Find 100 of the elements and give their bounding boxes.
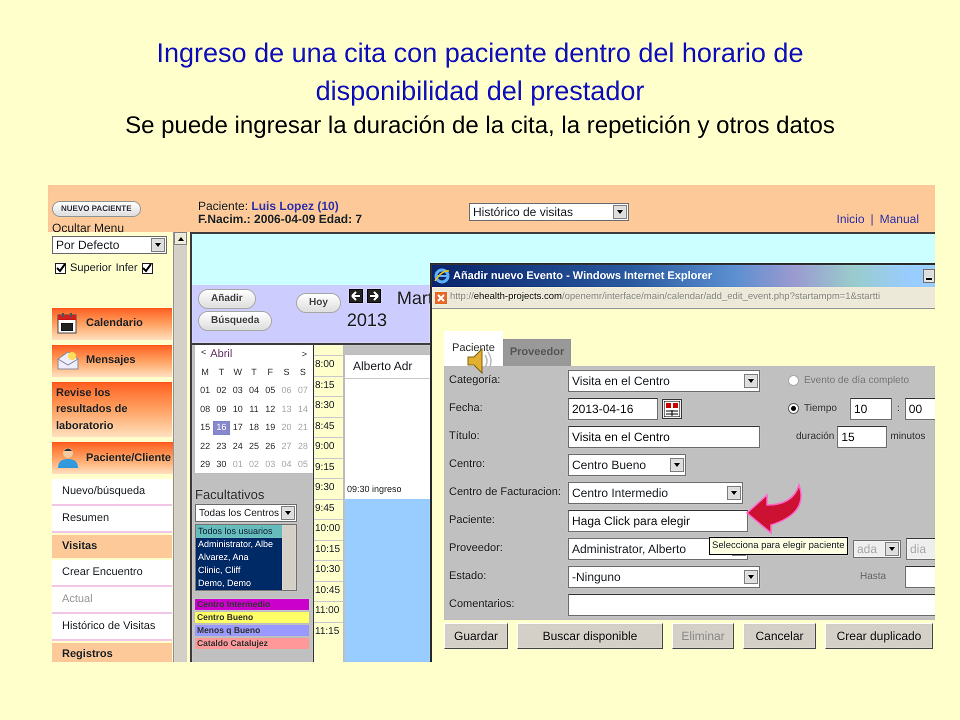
calendar-day[interactable]: 30 bbox=[213, 458, 230, 472]
calendar-day[interactable]: 04 bbox=[246, 384, 262, 398]
select-field[interactable]: Centro Bueno bbox=[568, 454, 686, 476]
address-bar[interactable]: http://ehealth-projects.com/openemr/interface/main/calendar/add_edit_event.php?startampm=1&startti bbox=[432, 287, 935, 309]
window-title: Añadir nuevo Evento - Windows Internet Explorer bbox=[453, 268, 712, 284]
calendar-day[interactable]: 25 bbox=[246, 440, 262, 453]
select-field[interactable]: Centro Intermedio bbox=[568, 482, 743, 504]
time-slot[interactable]: 9:45 bbox=[314, 498, 343, 519]
scrollbar[interactable] bbox=[282, 525, 296, 590]
list-option[interactable]: Alvarez, Ana bbox=[196, 551, 282, 564]
weekday-label: T bbox=[250, 366, 258, 378]
calendar-day[interactable]: 11 bbox=[246, 402, 262, 416]
time-slot[interactable]: 10:45 bbox=[314, 580, 343, 601]
weekday-label: T bbox=[218, 366, 226, 378]
day-column[interactable]: 09:30 ingreso bbox=[345, 379, 431, 499]
header-link[interactable]: Inicio bbox=[836, 210, 865, 228]
calendar-day[interactable]: 29 bbox=[197, 458, 214, 472]
menu-item[interactable]: Resumen bbox=[52, 506, 172, 533]
provider-list[interactable]: Todos los usuarios Administrator, Albe Alvarez, Ana Clinic, Cliff Demo, Demo bbox=[195, 524, 297, 591]
next-button[interactable] bbox=[366, 289, 381, 303]
calendar-day[interactable]: 23 bbox=[213, 440, 230, 453]
calendar-day[interactable]: 17 bbox=[230, 421, 246, 434]
list-option[interactable]: Administrator, Albe bbox=[196, 538, 282, 551]
input-field[interactable]: Visita en el Centro bbox=[568, 426, 760, 448]
radio-button[interactable] bbox=[788, 403, 799, 414]
form-button[interactable]: Buscar disponible bbox=[517, 622, 663, 648]
hide-menu-link[interactable]: Ocultar Menu bbox=[52, 222, 198, 234]
scroll-up-icon bbox=[176, 234, 184, 242]
menu-header[interactable]: Mensajes bbox=[52, 344, 172, 376]
time-slot[interactable]: 8:30 bbox=[314, 396, 343, 416]
next-month-link[interactable]: > bbox=[302, 348, 307, 361]
header-link[interactable]: Manual bbox=[880, 210, 919, 228]
calendar-day[interactable]: 15 bbox=[197, 421, 214, 434]
hour-field[interactable]: 10 bbox=[850, 398, 892, 420]
checkbox[interactable] bbox=[142, 262, 153, 274]
person-icon bbox=[56, 446, 80, 470]
scrollbar[interactable] bbox=[173, 232, 187, 662]
calendar-day[interactable]: 18 bbox=[246, 421, 262, 434]
time-slot[interactable]: 9:30 bbox=[314, 478, 343, 498]
calendar-day[interactable]: 24 bbox=[230, 440, 246, 453]
time-slot[interactable]: 11:15 bbox=[314, 622, 343, 642]
time-slot[interactable]: 8:00 bbox=[314, 355, 343, 376]
calendar-day[interactable]: 10 bbox=[230, 402, 246, 416]
calendar-day[interactable]: 02 bbox=[213, 384, 230, 398]
calendar-day[interactable]: 09 bbox=[213, 402, 230, 416]
time-slot[interactable]: 11:00 bbox=[314, 601, 343, 622]
view-select[interactable]: Histórico de visitas bbox=[469, 203, 629, 221]
menu-item[interactable]: Nuevo/búsqueda bbox=[52, 479, 172, 506]
checkbox[interactable] bbox=[55, 262, 66, 274]
calendar-day[interactable]: 05 bbox=[262, 384, 278, 398]
menu-header[interactable]: Paciente/Cliente bbox=[52, 442, 174, 474]
input-field[interactable] bbox=[568, 594, 935, 616]
calendar-day[interactable]: 01 bbox=[197, 384, 214, 398]
patient-label: Paciente: bbox=[198, 199, 250, 213]
time-slot[interactable]: 10:15 bbox=[314, 540, 343, 560]
form-button[interactable]: Cancelar bbox=[743, 622, 816, 648]
time-slot[interactable]: 8:45 bbox=[314, 416, 343, 437]
search-button[interactable]: Búsqueda bbox=[198, 311, 272, 331]
time-slot[interactable]: 8:15 bbox=[314, 376, 343, 396]
add-button[interactable]: Añadir bbox=[198, 289, 256, 309]
menu-item[interactable]: Crear Encuentro bbox=[52, 560, 172, 586]
calendar-day[interactable]: 03 bbox=[230, 384, 246, 398]
minimize-button[interactable] bbox=[923, 269, 935, 283]
checkbox-label: Superior bbox=[70, 261, 112, 276]
new-patient-button[interactable]: NUEVO PACIENTE bbox=[52, 201, 141, 217]
menu-header[interactable]: Revise los resultados de laboratorio bbox=[52, 382, 172, 437]
form-button[interactable]: Guardar bbox=[444, 622, 508, 648]
menu-header[interactable]: Calendario bbox=[52, 308, 172, 340]
date-field[interactable]: 2013-04-16 bbox=[568, 398, 658, 420]
input-field[interactable]: Haga Click para elegir bbox=[568, 510, 748, 532]
calendar-day[interactable]: 22 bbox=[197, 440, 214, 453]
previous-month-link[interactable]: < bbox=[201, 346, 206, 362]
calendar-day[interactable]: 19 bbox=[262, 421, 278, 434]
time-slot[interactable]: 10:30 bbox=[314, 560, 343, 580]
select-field[interactable]: Visita en el Centro bbox=[568, 370, 760, 392]
calendar-picker-button[interactable] bbox=[662, 398, 682, 418]
calendar-day[interactable]: 12 bbox=[262, 402, 278, 416]
calendar-day[interactable]: 08 bbox=[197, 402, 214, 416]
time-slot[interactable]: 9:15 bbox=[314, 458, 343, 478]
calendar-day[interactable]: 26 bbox=[262, 440, 278, 453]
menu-item[interactable]: Histórico de Visitas bbox=[52, 614, 172, 640]
menu-select[interactable]: Por Defecto bbox=[52, 236, 167, 254]
time-slot[interactable]: 9:00 bbox=[314, 437, 343, 458]
page-icon bbox=[435, 292, 447, 304]
facility-select[interactable]: Todas los Centros bbox=[195, 504, 297, 522]
list-option[interactable]: Demo, Demo bbox=[196, 577, 282, 590]
envelope-icon bbox=[56, 348, 80, 372]
select-field[interactable]: -Ninguno bbox=[568, 566, 760, 588]
link-separator: | bbox=[870, 211, 874, 228]
minute-field[interactable]: 00 bbox=[904, 398, 935, 420]
list-option[interactable]: Clinic, Cliff bbox=[196, 564, 282, 577]
list-option[interactable]: Todos los usuarios bbox=[196, 525, 282, 538]
duration-field[interactable]: 15 bbox=[837, 426, 888, 448]
event-label[interactable]: 09:30 ingreso bbox=[347, 482, 402, 496]
time-slot[interactable]: 10:00 bbox=[314, 519, 343, 540]
form-button[interactable]: Crear duplicado bbox=[825, 622, 933, 648]
patient-name[interactable]: Luis Lopez (10) bbox=[251, 199, 339, 213]
today-button[interactable]: Hoy bbox=[296, 293, 341, 313]
previous-button[interactable] bbox=[348, 289, 363, 303]
legend-item: Centro Intermedio bbox=[195, 599, 309, 610]
